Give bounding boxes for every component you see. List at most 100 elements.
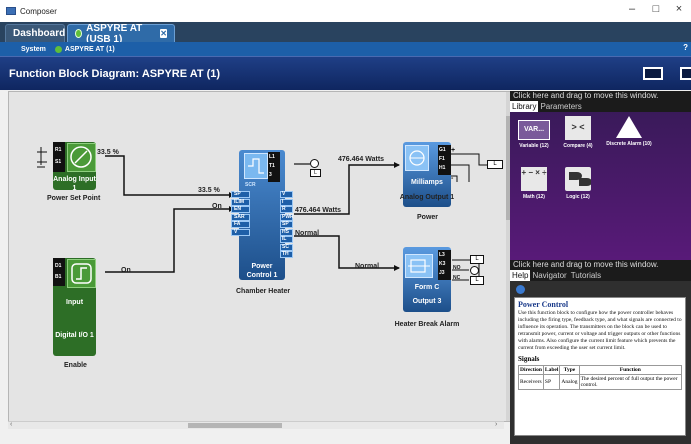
diagram-header: Function Block Diagram: ASPYRE AT (1): [0, 56, 691, 90]
output3-pins: L3 K3 J3: [438, 250, 451, 280]
output-pin-v[interactable]: V: [280, 191, 293, 198]
tab-navigator[interactable]: Navigator: [530, 270, 568, 281]
help-tabs: Help Navigator Tutorials: [510, 270, 691, 281]
close-button[interactable]: ×: [669, 3, 689, 15]
analog-input-caption: Power Set Point: [47, 195, 101, 202]
pin-t1: T1: [269, 163, 275, 169]
help-icon[interactable]: ?: [683, 43, 688, 52]
power-control-title: Power Control 1: [246, 263, 278, 279]
output3-block[interactable]: L3 K3 J3 Form C Output 3: [403, 247, 451, 312]
pin-l3: L3: [439, 252, 445, 258]
digital-io-input-label: Input: [65, 299, 84, 306]
pin-g1: G1: [439, 147, 446, 153]
library-item-variable-label: Variable (12): [519, 143, 549, 149]
tab-help[interactable]: Help: [510, 270, 531, 281]
library-item-discrete-alarm-label: Discrete Alarm (10): [606, 141, 652, 147]
digital-input-icon: [67, 259, 96, 288]
maximize-button[interactable]: □: [646, 3, 666, 15]
scroll-right-icon[interactable]: ›: [495, 421, 497, 428]
breadcrumb-device[interactable]: ASPYRE AT (1): [65, 46, 115, 53]
output-pin-il[interactable]: IL: [280, 236, 293, 243]
tab-bar: Dashboard ASPYRE AT (USB 1) ✕: [0, 22, 691, 45]
help-panel: Click here and drag to move this window.…: [510, 260, 691, 444]
digital-io-block[interactable]: D1 B1 Input Digital I/O 1: [53, 258, 96, 356]
input-pin-en[interactable]: EN: [231, 206, 250, 213]
cell-label: SP: [542, 374, 561, 390]
monitor-secondary-icon[interactable]: [680, 67, 691, 80]
minimize-button[interactable]: –: [622, 3, 642, 15]
digital-io-title: Digital I/O 1: [55, 332, 94, 339]
library-drag-header[interactable]: Click here and drag to move this window.: [510, 91, 691, 101]
library-item-variable[interactable]: VAR... Variable (12): [514, 120, 554, 149]
tab-aspyre[interactable]: ASPYRE AT (USB 1) ✕: [67, 23, 175, 45]
pin-l1: L1: [269, 154, 275, 160]
help-signals-heading: Signals: [518, 355, 540, 363]
analog-output-unit: Milliamps: [411, 179, 443, 186]
tab-tutorials[interactable]: Tutorials: [569, 270, 603, 281]
analog-input-block[interactable]: R1 S1 Analog Input 1: [53, 142, 96, 192]
help-doc-title: Power Control: [518, 300, 569, 309]
digital-io-value: On: [121, 267, 131, 274]
output-pin-th[interactable]: TH: [280, 251, 293, 258]
power-control-input-pins: SP ILIM EN SAR FA V: [231, 191, 250, 236]
compare-icon: > <: [565, 116, 591, 140]
power-control-top-pins: L1 T1 3: [268, 152, 280, 182]
back-icon[interactable]: [516, 285, 525, 294]
diagram-canvas[interactable]: R1 S1 Analog Input 1 33.5 % Power Set Po…: [8, 91, 511, 422]
power-control-caption: Chamber Heater: [236, 288, 291, 295]
input-pin-sp[interactable]: SP: [231, 191, 250, 198]
tab-library[interactable]: Library: [510, 101, 539, 112]
composer-app-icon: [6, 7, 16, 15]
output3-caption: Heater Break Alarm: [394, 321, 460, 328]
output-pin-r[interactable]: R: [280, 206, 293, 213]
help-drag-header[interactable]: Click here and drag to move this window.: [510, 260, 691, 270]
output-pin-pwr[interactable]: PWR: [280, 213, 294, 221]
output-pin-sp[interactable]: SP: [280, 221, 293, 228]
output3-load-l: L: [470, 255, 484, 264]
horizontal-scroll-thumb[interactable]: [188, 423, 282, 428]
library-content: VAR... Variable (12) > < Compare (4) Dis…: [510, 112, 691, 269]
analog-input-title: Analog Input 1: [53, 176, 96, 192]
power-control-normal-value: Normal: [295, 230, 320, 237]
analog-sensor-icon: [67, 143, 96, 172]
analog-input-pins: R1 S1: [53, 142, 65, 172]
help-document[interactable]: Power Control Use this function block to…: [514, 297, 686, 436]
input-pin-fa[interactable]: FA: [231, 221, 250, 228]
power-control-output-pins: V I R PWR SP HS IL SC TH: [280, 191, 294, 259]
input-pin-ilim[interactable]: ILIM: [231, 198, 250, 206]
output3-source-icon: [470, 266, 479, 275]
pin-s1: S1: [55, 159, 62, 165]
power-watts-label: 476.464 Watts: [338, 156, 385, 163]
canvas-horizontal-scrollbar[interactable]: ‹ ›: [8, 421, 504, 429]
pin-b1: B1: [55, 274, 62, 280]
window-title: Composer: [20, 6, 57, 16]
tab-close-icon[interactable]: ✕: [160, 29, 167, 38]
tab-dashboard[interactable]: Dashboard: [5, 24, 65, 42]
library-item-compare-label: Compare (4): [563, 143, 593, 149]
meter-icon: [310, 159, 319, 168]
library-item-math[interactable]: + − × ÷ Math (12): [514, 167, 554, 200]
help-content: Power Control Use this function block to…: [510, 281, 691, 444]
tab-parameters[interactable]: Parameters: [538, 101, 583, 112]
input-pin-v[interactable]: V: [231, 228, 250, 236]
analog-output-title: Analog Output 1: [399, 194, 455, 201]
load-pin-l: L: [310, 169, 321, 177]
output-pin-i[interactable]: I: [280, 198, 293, 206]
cell-direction: Receivers: [518, 374, 544, 390]
pin-h1: H1: [439, 165, 446, 171]
analog-output-pins: G1 F1 H1: [438, 145, 451, 175]
input-pin-sar[interactable]: SAR: [231, 213, 250, 221]
col-direction: Direction: [518, 365, 544, 375]
monitor-icon[interactable]: [643, 67, 663, 80]
library-item-logic[interactable]: Logic (12): [558, 167, 598, 200]
digital-io-caption: Enable: [64, 362, 87, 369]
output-pin-sc[interactable]: SC: [280, 243, 293, 251]
power-control-en-value: On: [212, 203, 222, 210]
library-item-compare[interactable]: > < Compare (4): [557, 116, 599, 149]
library-item-logic-label: Logic (12): [566, 194, 590, 200]
tab-dashboard-label: Dashboard: [13, 28, 66, 39]
library-item-discrete-alarm[interactable]: Discrete Alarm (10): [604, 116, 654, 147]
breadcrumb-system[interactable]: System: [21, 46, 46, 53]
scroll-left-icon[interactable]: ‹: [10, 421, 12, 428]
output-pin-hs[interactable]: HS: [280, 228, 293, 236]
